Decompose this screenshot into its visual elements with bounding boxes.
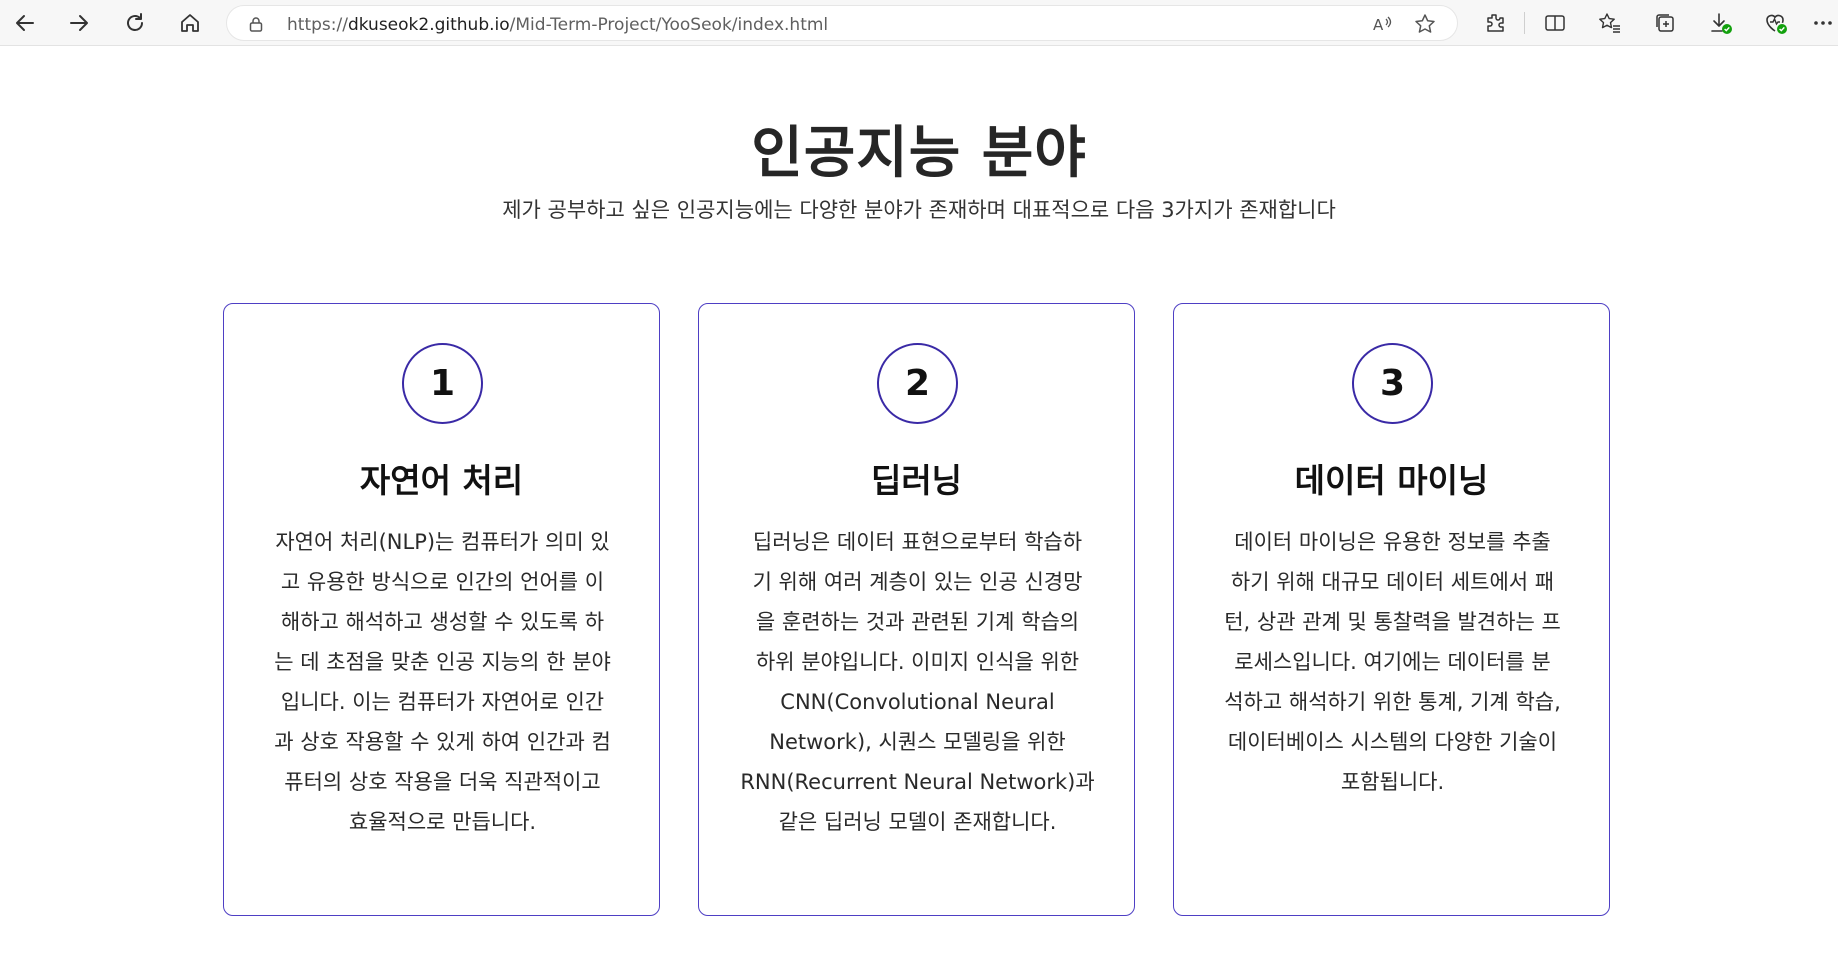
forward-icon[interactable] [62,7,96,39]
card-line: 해하고 해석하고 생성할 수 있도록 하 [280,610,605,634]
page-subtitle: 제가 공부하고 싶은 인공지능에는 다양한 분야가 존재하며 대표적으로 다음 … [502,198,1336,222]
more-icon[interactable] [1808,9,1838,37]
card-line: 는 데 초점을 맞춘 인공 지능의 한 분야 [274,650,611,674]
card-line: 퓨터의 상호 작용을 더욱 직관적이고 [284,770,601,794]
home-icon[interactable] [173,7,207,39]
favorite-star-icon[interactable] [1413,12,1437,36]
card-line: 하위 분야입니다. 이미지 인식을 위한 [755,650,1080,674]
url-text[interactable]: https://dkuseok2.github.io/Mid-Term-Proj… [287,15,828,35]
card-line: 을 훈련하는 것과 관련된 기계 학습의 [755,610,1080,634]
card-number-badge: 2 [877,343,958,424]
card-natural-language-processing: 1 자연어 처리 자연어 처리(NLP)는 컴퓨터가 의미 있 고 유용한 방식… [223,303,660,916]
card-line: 데이터베이스 시스템의 다양한 기술이 [1227,730,1558,754]
card-title: 자연어 처리 [359,461,524,500]
card-description: 딥러닝은 데이터 표현으로부터 학습하 기 위해 여러 계층이 있는 인공 신경… [735,522,1100,842]
card-line: 자연어 처리(NLP)는 컴퓨터가 의미 있 [275,530,610,554]
favorites-icon[interactable] [1595,9,1625,37]
card-description: 자연어 처리(NLP)는 컴퓨터가 의미 있 고 유용한 방식으로 인간의 언어… [260,522,625,842]
card-line: 딥러닝은 데이터 표현으로부터 학습하 [752,530,1083,554]
card-line: 입니다. 이는 컴퓨터가 자연어로 인간 [280,690,605,714]
card-number-badge: 1 [402,343,483,424]
browser-essentials-icon[interactable] [1761,9,1791,37]
svg-text:A: A [1373,16,1384,34]
card-line: CNN(Convolutional Neural [780,690,1055,714]
card-line: RNN(Recurrent Neural Network)과 [740,770,1095,794]
lock-icon[interactable] [249,16,263,32]
card-line: Network), 시퀀스 모델링을 위한 [769,730,1066,754]
card-title: 딥러닝 [870,461,963,500]
split-screen-icon[interactable] [1540,9,1570,37]
url-host: dkuseok2.github.io [347,15,510,35]
card-title: 데이터 마이닝 [1294,461,1489,500]
card-line: 포함됩니다. [1340,770,1445,794]
read-aloud-icon[interactable]: A [1371,12,1395,36]
url-prefix: https:// [287,15,348,35]
card-line: 데이터 마이닝은 유용한 정보를 추출 [1234,530,1551,554]
collections-icon[interactable] [1650,9,1680,37]
card-line: 기 위해 여러 계층이 있는 인공 신경망 [752,570,1083,594]
toolbar-divider [1524,12,1525,34]
refresh-icon[interactable] [118,7,152,39]
downloads-icon[interactable] [1706,9,1736,37]
card-line: 로세스입니다. 여기에는 데이터를 분 [1234,650,1551,674]
card-line: 효율적으로 만듭니다. [348,810,537,834]
card-data-mining: 3 데이터 마이닝 데이터 마이닝은 유용한 정보를 추출 하기 위해 대규모 … [1173,303,1610,916]
card-number-badge: 3 [1352,343,1433,424]
card-line: 턴, 상관 관계 및 통찰력을 발견하는 프 [1224,610,1561,634]
card-line: 하기 위해 대규모 데이터 세트에서 패 [1230,570,1555,594]
card-line: 과 상호 작용할 수 있게 하여 인간과 컴 [274,730,611,754]
card-line: 석하고 해석하기 위한 통계, 기계 학습, [1224,690,1561,714]
card-line: 같은 딥러닝 모델이 존재합니다. [778,810,1057,834]
address-bar[interactable]: https://dkuseok2.github.io/Mid-Term-Proj… [226,5,1458,41]
card-deep-learning: 2 딥러닝 딥러닝은 데이터 표현으로부터 학습하 기 위해 여러 계층이 있는… [698,303,1135,916]
page-title: 인공지능 분야 [751,121,1087,186]
url-path: /Mid-Term-Project/YooSeok/index.html [509,15,829,35]
back-icon[interactable] [8,7,42,39]
card-description: 데이터 마이닝은 유용한 정보를 추출 하기 위해 대규모 데이터 세트에서 패… [1210,522,1575,802]
extensions-icon[interactable] [1480,9,1510,37]
card-line: 고 유용한 방식으로 인간의 언어를 이 [280,570,605,594]
browser-toolbar: https://dkuseok2.github.io/Mid-Term-Proj… [0,0,1838,46]
